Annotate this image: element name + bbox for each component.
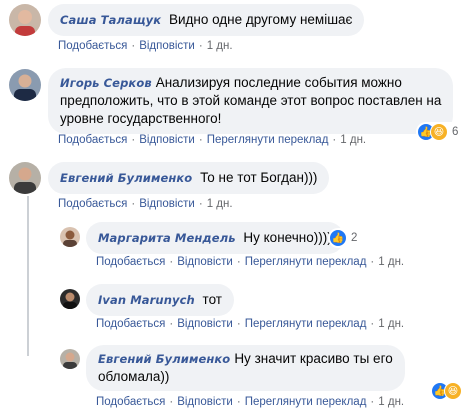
comment-text: Видно одне другому немішає [168,12,353,27]
comment-actions: Подобається · Відповісти · 1 дн. [58,198,233,210]
haha-reaction-icon: 😆 [444,382,462,400]
reply-button[interactable]: Відповісти [177,318,233,330]
see-translation-button[interactable]: Переглянути переклад [245,256,367,268]
comment-text: тот [202,292,222,307]
see-translation-button[interactable]: Переглянути переклад [245,396,367,408]
comment-actions: Подобається · Відповісти · Переглянути перек… [96,256,405,268]
avatar[interactable] [60,289,80,309]
like-reaction-icon: 👍 [329,229,347,247]
reactions-summary[interactable]: 👍 2 [328,228,361,248]
like-button[interactable]: Подобається [58,198,127,210]
reply-button[interactable]: Відповісти [139,40,195,52]
comment-actions: Подобається · Відповісти · 1 дн. [58,40,233,52]
like-button[interactable]: Подобається [96,256,165,268]
comment-author[interactable]: Ivan Marunych [98,293,195,307]
comment-text-line2: предположить, что в этой команде этот во… [60,93,442,108]
comment-author[interactable]: Саша Талащук [60,13,161,27]
avatar[interactable] [9,162,41,194]
comment-text-line1: Ну значит красиво ты его [234,351,393,366]
comment-text-line1: Анализируя последние события можно [155,75,402,90]
reply-button[interactable]: Відповісти [177,396,233,408]
comment-bubble: Ivan Marunych тот [86,284,234,316]
avatar[interactable] [9,4,41,36]
comment-time[interactable]: 1 дн. [207,40,233,52]
comment-bubble: Маргарита Мендель Ну конечно)))) [86,222,344,254]
comment-text-line2: обломала)) [98,369,170,384]
comment-time[interactable]: 1 дн. [207,198,233,210]
reply-button[interactable]: Відповісти [139,134,195,146]
comment-time[interactable]: 1 дн. [378,396,404,408]
comment-time[interactable]: 1 дн. [378,318,404,330]
comment-bubble: Саша Талащук Видно одне другому немішає [48,4,365,36]
like-button[interactable]: Подобається [58,134,127,146]
comment-actions: Подобається · Відповісти · Переглянути перек… [96,396,405,408]
reply-button[interactable]: Відповісти [139,198,195,210]
comment-text: То не тот Богдан))) [200,170,318,185]
see-translation-button[interactable]: Переглянути переклад [245,318,367,330]
reactions-summary[interactable]: 👍 😆 6 [416,122,462,142]
comment-time[interactable]: 1 дн. [340,134,366,146]
avatar[interactable] [60,227,80,247]
comment-actions: Подобається · Відповісти · Переглянути перек… [96,318,405,330]
comment-author[interactable]: Евгений Булименко [60,171,192,185]
reactions-summary[interactable]: 👍 😆 [430,381,465,401]
comment-bubble: Евгений Булименко Ну значит красиво ты ег… [86,345,405,391]
avatar[interactable] [9,69,41,101]
like-button[interactable]: Подобається [96,318,165,330]
reply-button[interactable]: Відповісти [177,256,233,268]
like-button[interactable]: Подобається [58,40,127,52]
comment-author[interactable]: Маргарита Мендель [98,231,236,245]
haha-reaction-icon: 😆 [430,123,448,141]
reaction-count: 6 [452,126,459,138]
comment-bubble: Евгений Булименко То не тот Богдан))) [48,162,330,194]
see-translation-button[interactable]: Переглянути переклад [207,134,329,146]
reaction-count: 2 [351,232,358,244]
comment-text: Ну конечно)))) [243,230,332,245]
comment-author[interactable]: Игорь Серков [60,76,152,90]
thread-line [27,196,29,356]
comment-actions: Подобається · Відповісти · Переглянути перек… [58,134,367,146]
comment-text-line3: уровне государственного! [60,111,222,126]
avatar[interactable] [60,349,80,369]
like-button[interactable]: Подобається [96,396,165,408]
comment-time[interactable]: 1 дн. [378,256,404,268]
comment-author[interactable]: Евгений Булименко [98,352,230,366]
comment-bubble: Игорь Серков Анализируя последние события… [48,68,454,134]
